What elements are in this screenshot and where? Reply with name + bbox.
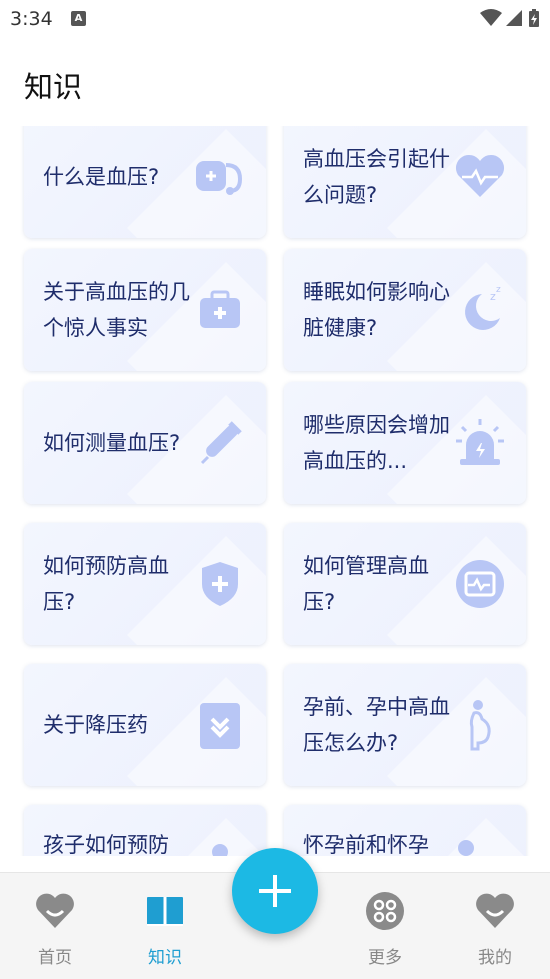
nav-knowledge[interactable]: 知识	[110, 873, 220, 979]
wifi-icon	[480, 9, 502, 26]
card-risk-factors[interactable]: 哪些原因会增加高血压的...	[284, 382, 526, 504]
alarm-light-icon	[452, 415, 508, 471]
medical-kit-icon	[192, 282, 248, 338]
heart-pulse-icon	[452, 149, 508, 205]
card-title: 孩子如何预防	[43, 833, 169, 856]
status-icons	[480, 8, 540, 28]
stethoscope-icon	[192, 149, 248, 205]
knowledge-list[interactable]: 什么是血压? 高血压会引起什么问题? 关于高血压的几个惊人事实 睡眠如何影响心脏…	[0, 126, 550, 856]
person-icon	[452, 838, 508, 856]
heart-smile-icon	[476, 893, 514, 928]
card-child-prevent[interactable]: 孩子如何预防	[24, 805, 266, 856]
dropper-icon	[192, 415, 248, 471]
card-what-is-blood-pressure[interactable]: 什么是血压?	[24, 126, 266, 238]
nav-label: 我的	[478, 948, 512, 968]
notification-icon: A	[71, 11, 86, 26]
nav-more[interactable]: 更多	[330, 873, 440, 979]
plus-icon	[259, 875, 291, 907]
moon-sleep-icon: zz	[452, 282, 508, 338]
card-title: 怀孕前和怀孕	[303, 833, 429, 856]
page-title: 知识	[24, 70, 83, 104]
nav-label: 更多	[368, 948, 402, 968]
card-title: 高血压会引起什么问题?	[303, 147, 450, 207]
card-title: 睡眠如何影响心脏健康?	[303, 280, 450, 340]
pregnant-woman-icon	[452, 697, 508, 753]
card-bp-medication[interactable]: 关于降压药	[24, 664, 266, 786]
add-button[interactable]	[232, 848, 318, 934]
battery-icon	[529, 9, 539, 27]
card-before-pregnancy[interactable]: 怀孕前和怀孕	[284, 805, 526, 856]
shield-plus-icon	[192, 556, 248, 612]
nav-mine[interactable]: 我的	[440, 873, 550, 979]
nav-home[interactable]: 首页	[0, 873, 110, 979]
card-surprising-facts[interactable]: 关于高血压的几个惊人事实	[24, 249, 266, 371]
card-title: 什么是血压?	[43, 165, 160, 189]
card-hypertension-problems[interactable]: 高血压会引起什么问题?	[284, 126, 526, 238]
card-title: 关于降压药	[43, 713, 148, 737]
status-bar: 3:34 A	[0, 0, 550, 38]
card-prevent-bp[interactable]: 如何预防高血压?	[24, 523, 266, 645]
heart-smile-icon	[36, 893, 74, 928]
nav-label: 知识	[148, 948, 182, 968]
card-title: 如何测量血压?	[43, 431, 181, 455]
heart-monitor-icon	[452, 556, 508, 612]
card-measure-bp[interactable]: 如何测量血压?	[24, 382, 266, 504]
grid-icon	[366, 892, 404, 930]
svg-text:z: z	[496, 285, 501, 295]
status-time: 3:34	[10, 8, 53, 30]
card-manage-bp[interactable]: 如何管理高血压?	[284, 523, 526, 645]
card-sleep-heart[interactable]: 睡眠如何影响心脏健康? zz	[284, 249, 526, 371]
card-title: 孕前、孕中高血压怎么办?	[303, 695, 450, 755]
card-pregnancy-bp[interactable]: 孕前、孕中高血压怎么办?	[284, 664, 526, 786]
pill-box-icon	[192, 697, 248, 753]
card-title: 如何预防高血压?	[43, 554, 169, 614]
card-title: 关于高血压的几个惊人事实	[43, 280, 190, 340]
nav-label: 首页	[38, 948, 72, 968]
card-title: 哪些原因会增加高血压的...	[303, 413, 450, 473]
child-icon	[192, 838, 248, 856]
card-title: 如何管理高血压?	[303, 554, 429, 614]
signal-icon	[506, 10, 522, 26]
book-icon	[147, 897, 183, 926]
